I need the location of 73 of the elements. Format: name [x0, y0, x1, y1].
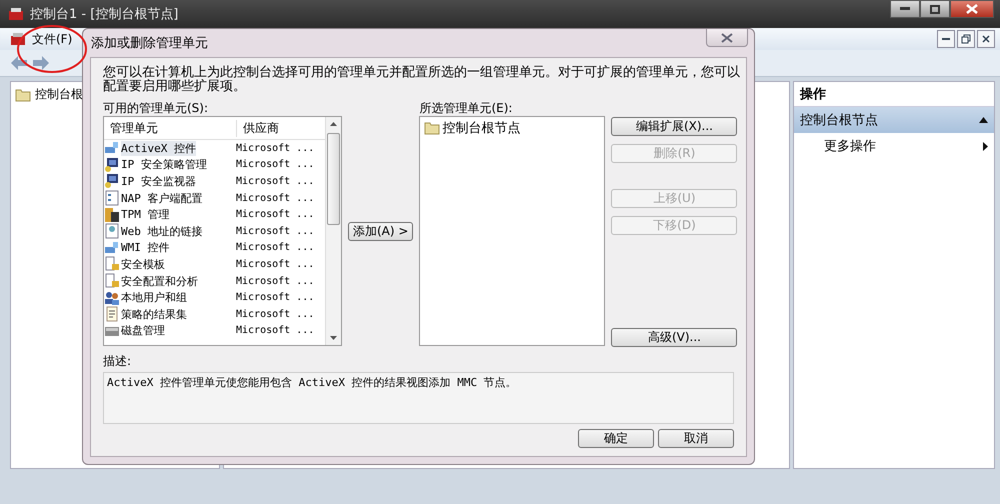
snapin-name[interactable]: WMI 控件	[121, 240, 170, 256]
restore-button[interactable]	[957, 30, 975, 48]
vendor-cell: Microsoft ...	[236, 292, 314, 304]
scrollbar[interactable]	[325, 117, 341, 345]
vendor-cell: Microsoft ...	[236, 242, 314, 254]
snapin-name[interactable]: Web 地址的链接	[121, 224, 202, 239]
folder-icon	[424, 121, 440, 135]
side-button[interactable]: 编辑扩展(X)...	[611, 117, 738, 136]
dialog-title: 添加或删除管理单元	[91, 35, 208, 52]
submenu-arrow-icon	[983, 142, 988, 150]
forward-icon[interactable]	[32, 55, 50, 71]
maximize-icon	[930, 4, 940, 14]
vendor-cell: Microsoft ...	[236, 192, 314, 204]
vendor-cell: Microsoft ...	[236, 142, 314, 154]
vendor-cell: Microsoft ...	[236, 276, 314, 287]
back-icon[interactable]	[10, 55, 28, 71]
vendor-cell: Microsoft ...	[236, 209, 314, 220]
snapin-name[interactable]: IP 安全策略管理	[121, 157, 207, 172]
close-button[interactable]	[950, 0, 994, 18]
snapin-name[interactable]: 本地用户和组	[121, 290, 187, 306]
close-button[interactable]	[706, 29, 748, 47]
tree-item[interactable]: 控制台根	[15, 86, 83, 103]
vendor-cell: Microsoft ...	[236, 325, 314, 336]
column-header[interactable]: 管理单元	[104, 120, 237, 136]
scroll-up-icon[interactable]	[330, 122, 337, 126]
scroll-down-icon[interactable]	[330, 336, 337, 340]
activex-icon	[104, 240, 120, 256]
maximize-button[interactable]	[920, 0, 950, 18]
close-button[interactable]	[977, 30, 995, 48]
snapin-name[interactable]: NAP 客户端配置	[121, 190, 202, 206]
vendor-cell: Microsoft ...	[236, 226, 314, 237]
snapin-name[interactable]: ActiveX 控件	[121, 140, 196, 156]
vendor-cell: Microsoft ...	[236, 176, 314, 187]
minimize-button[interactable]	[890, 0, 920, 18]
intro-text: 您可以在计算机上为此控制台选择可用的管理单元并配置所选的一组管理单元。对于可扩展的管理单元，您可以配置要启用哪些扩展项。	[103, 66, 741, 94]
snapin-name[interactable]: TPM 管理	[121, 207, 170, 222]
close-icon	[982, 35, 990, 43]
available-label: 可用的管理单元(S):	[103, 100, 210, 116]
annotation-circle	[16, 24, 88, 74]
minimize-icon	[900, 7, 910, 11]
selected-label: 所选管理单元(E):	[419, 100, 514, 116]
snapin-name[interactable]: IP 安全监视器	[121, 174, 196, 189]
close-icon	[966, 4, 978, 14]
users-icon	[104, 290, 120, 306]
vendor-cell: Microsoft ...	[236, 159, 314, 170]
chip-icon	[104, 206, 120, 223]
computer-icon	[104, 173, 120, 190]
minimize-icon	[942, 38, 950, 40]
add-button[interactable]: 添加(A) >	[348, 222, 414, 241]
vendor-cell: Microsoft ...	[236, 308, 314, 320]
folder-icon	[15, 88, 31, 102]
snapin-name[interactable]: 安全配置和分析	[121, 274, 198, 289]
description-label: 描述:	[103, 353, 132, 370]
window-title: 控制台1 - [控制台根节点]	[30, 6, 178, 23]
column-header[interactable]: 供应商	[237, 120, 279, 136]
collapse-icon[interactable]	[979, 117, 988, 123]
actions-section: 控制台根节点	[800, 111, 878, 129]
side-button[interactable]: 高级(V)...	[611, 328, 738, 347]
cancel-button[interactable]: 取消	[658, 429, 734, 448]
vendor-cell: Microsoft ...	[236, 258, 314, 270]
description-text: ActiveX 控件管理单元使您能用包含 ActiveX 控件的结果视图添加 MMC 节点。	[103, 372, 734, 424]
snapin-name[interactable]: 策略的结果集	[121, 306, 187, 322]
snapin-name[interactable]: 安全模板	[121, 256, 165, 272]
minimize-button[interactable]	[937, 30, 955, 48]
console-icon	[8, 7, 24, 21]
restore-icon	[961, 34, 971, 44]
doc-icon	[104, 306, 120, 322]
computer-icon	[104, 156, 120, 173]
selected-item[interactable]: 控制台根节点	[442, 119, 520, 137]
close-icon	[720, 32, 734, 42]
ok-button[interactable]: 确定	[578, 429, 654, 448]
action-item[interactable]: 更多操作	[794, 133, 994, 159]
snapin-name[interactable]: 磁盘管理	[121, 323, 165, 338]
